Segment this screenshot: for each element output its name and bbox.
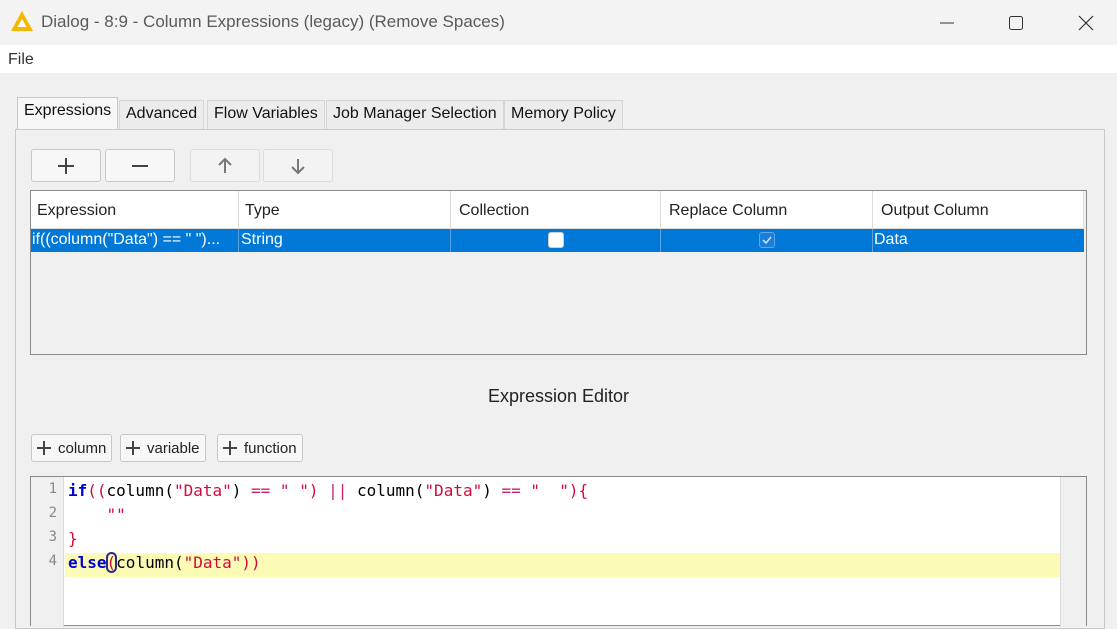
knime-logo-icon bbox=[11, 11, 33, 31]
code-token: "Data" bbox=[183, 553, 242, 572]
col-header-expression[interactable]: Expression bbox=[31, 191, 239, 229]
col-header-collection[interactable]: Collection bbox=[451, 191, 661, 229]
code-token: )) bbox=[241, 553, 261, 572]
plus-icon bbox=[58, 157, 74, 174]
code-token: column( bbox=[347, 481, 425, 500]
editor-side-strip bbox=[1060, 477, 1086, 627]
code-line-3: } bbox=[68, 527, 78, 551]
plus-icon bbox=[126, 441, 140, 455]
tab-job-manager-selection[interactable]: Job Manager Selection bbox=[326, 100, 504, 129]
code-line-4: else(column("Data")) bbox=[68, 551, 261, 575]
remove-expression-button[interactable] bbox=[105, 149, 175, 182]
move-up-button[interactable] bbox=[190, 149, 260, 182]
code-token: || bbox=[328, 481, 348, 500]
plus-icon bbox=[37, 441, 51, 455]
insert-function-label: function bbox=[244, 439, 297, 457]
col-header-replace-column[interactable]: Replace Column bbox=[661, 191, 873, 229]
tab-flow-variables[interactable]: Flow Variables bbox=[207, 100, 325, 129]
plus-icon bbox=[223, 441, 237, 455]
table-header: Expression Type Collection Replace Colum… bbox=[31, 191, 1084, 229]
code-token: } bbox=[68, 529, 78, 548]
code-token: ) bbox=[482, 481, 502, 500]
code-token: column( bbox=[116, 553, 184, 572]
insert-function-button[interactable]: function bbox=[217, 434, 303, 462]
insert-column-label: column bbox=[58, 439, 107, 457]
code-token: ) bbox=[231, 481, 252, 500]
add-expression-button[interactable] bbox=[31, 149, 101, 182]
insert-variable-label: variable bbox=[147, 439, 200, 457]
insert-variable-button[interactable]: variable bbox=[120, 434, 206, 462]
minimize-icon bbox=[940, 22, 954, 23]
expression-editor-title: Expression Editor bbox=[487, 386, 630, 406]
cell-collection[interactable] bbox=[451, 229, 661, 252]
col-header-output-column[interactable]: Output Column bbox=[873, 191, 1084, 229]
matched-bracket: ( bbox=[105, 552, 118, 573]
maximize-icon bbox=[1009, 15, 1023, 30]
code-token: == bbox=[251, 481, 271, 500]
code-token: "Data" bbox=[424, 481, 483, 500]
minus-icon bbox=[132, 164, 148, 167]
tab-memory-policy[interactable]: Memory Policy bbox=[504, 100, 623, 129]
insert-column-button[interactable]: column bbox=[31, 434, 113, 462]
code-token: (( bbox=[87, 481, 107, 500]
code-token: ){ bbox=[568, 481, 589, 500]
code-token: "" bbox=[68, 505, 126, 524]
close-icon bbox=[1078, 15, 1094, 30]
window-title: Dialog - 8:9 - Column Expressions (legac… bbox=[41, 12, 505, 31]
collection-checkbox[interactable] bbox=[548, 232, 564, 248]
cell-output-column[interactable]: Data bbox=[873, 229, 1084, 252]
line-number: 4 bbox=[48, 553, 57, 569]
code-token: == bbox=[501, 481, 521, 500]
tab-expressions[interactable]: Expressions bbox=[17, 97, 119, 130]
expressions-table: Expression Type Collection Replace Colum… bbox=[30, 190, 1087, 355]
code-token: column( bbox=[106, 481, 174, 500]
move-down-button[interactable] bbox=[263, 149, 333, 182]
replace-column-checkbox[interactable] bbox=[759, 232, 775, 248]
line-number: 3 bbox=[48, 529, 57, 545]
cell-expression[interactable]: if((column("Data") == " ")... bbox=[31, 229, 239, 252]
arrow-down-icon bbox=[291, 158, 305, 174]
code-token: "Data" bbox=[173, 481, 232, 500]
table-row[interactable]: if((column("Data") == " ")... String Dat… bbox=[31, 229, 1084, 252]
code-token: else bbox=[68, 553, 107, 572]
arrow-up-icon bbox=[218, 157, 232, 173]
cell-type[interactable]: String bbox=[239, 229, 451, 252]
code-token: ) bbox=[308, 481, 329, 500]
menu-file[interactable]: File bbox=[8, 51, 34, 69]
code-editor[interactable]: 1 2 3 4 if((column("Data") == " ") || co… bbox=[30, 476, 1087, 627]
code-line-1: if((column("Data") == " ") || column("Da… bbox=[68, 479, 588, 503]
checkmark-icon bbox=[762, 236, 772, 245]
menu-bar: File bbox=[0, 45, 1117, 73]
col-header-type[interactable]: Type bbox=[239, 191, 451, 229]
maximize-button[interactable] bbox=[993, 0, 1039, 45]
code-line-2: "" bbox=[68, 503, 126, 527]
code-token: " " bbox=[270, 481, 309, 500]
minimize-button[interactable] bbox=[924, 0, 970, 45]
code-token: if bbox=[68, 481, 88, 500]
tab-advanced[interactable]: Advanced bbox=[119, 100, 205, 129]
code-token: " " bbox=[520, 481, 569, 500]
title-bar: Dialog - 8:9 - Column Expressions (legac… bbox=[0, 0, 1117, 45]
close-button[interactable] bbox=[1063, 0, 1109, 45]
line-number-gutter: 1 2 3 4 bbox=[31, 477, 64, 627]
line-number: 2 bbox=[48, 505, 57, 521]
line-number: 1 bbox=[48, 481, 57, 497]
cell-replace-column[interactable] bbox=[661, 229, 873, 252]
